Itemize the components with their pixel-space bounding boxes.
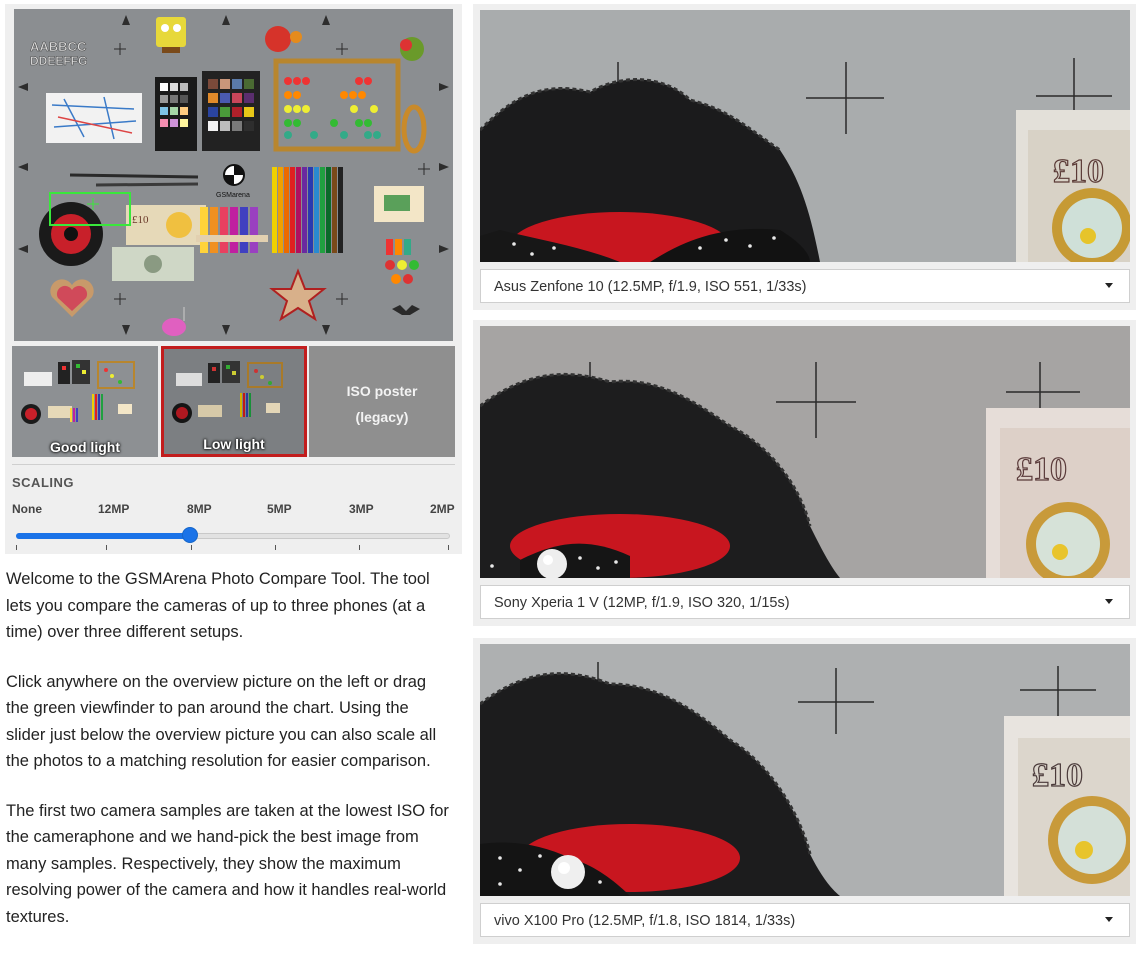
chart-letters-2: DDEEFFG [30,54,87,68]
setup-iso-poster[interactable]: ISO poster (legacy) [309,346,455,457]
description-paragraph: Click anywhere on the overview picture o… [6,672,437,771]
phone-select-1[interactable]: Asus Zenfone 10 (12.5MP, f/1.9, ISO 551,… [480,269,1130,303]
selected-phone: vivo X100 Pro (12.5MP, f/1.8, ISO 1814, … [494,913,796,929]
banknote-symbol: £10 [1053,153,1104,190]
scaling-options: None 12MP 8MP 5MP 3MP 2MP [12,502,457,518]
scale-option-8mp[interactable]: 8MP [187,502,212,516]
crop-image-1: £10 [480,10,1130,262]
slider-fill [16,533,190,539]
scaling-slider[interactable] [16,526,450,550]
description-paragraph: Welcome to the GSMArena Photo Compare To… [6,570,430,641]
chart-brand: GSMarena [216,192,250,199]
setup-good-light[interactable]: Good light [12,346,158,457]
overview-panel: AABBCC DDEEFFG GSMarena £10 Good light L… [5,4,462,554]
camera-crop-2[interactable]: £10 [480,326,1130,578]
camera-crop-3[interactable]: £10 [480,644,1130,896]
tool-description: Welcome to the GSMArena Photo Compare To… [6,566,451,953]
slider-tick [106,545,107,550]
chart-letters-1: AABBCC [30,39,87,54]
scale-option-5mp[interactable]: 5MP [267,502,292,516]
scaling-title: SCALING [12,475,74,490]
slider-tick [448,545,449,550]
crop-image-3: £10 [480,644,1130,896]
setup-label: Good light [50,439,120,455]
slider-tick [191,545,192,550]
chevron-down-icon [1105,599,1113,604]
banknote-symbol: £10 [1032,757,1083,794]
phone-select-2[interactable]: Sony Xperia 1 V (12MP, f/1.9, ISO 320, 1… [480,585,1130,619]
setup-label: Low light [203,436,265,452]
scale-option-none[interactable]: None [12,502,42,516]
green-viewfinder[interactable] [49,192,131,226]
slider-tick [16,545,17,550]
crosshair-icon [87,198,99,210]
phone-select-3[interactable]: vivo X100 Pro (12.5MP, f/1.8, ISO 1814, … [480,903,1130,937]
overview-note-symbol: £10 [132,214,149,226]
setup-label-line1: ISO poster [346,383,418,399]
setup-label-line2: (legacy) [355,409,409,425]
compare-panel-3: £10 vivo X100 Pro (12.5MP, f/1.8, ISO 18… [473,638,1136,944]
slider-handle[interactable] [182,527,198,543]
scale-option-2mp[interactable]: 2MP [430,502,455,516]
slider-tick [275,545,276,550]
banknote-symbol: £10 [1016,451,1067,488]
crop-image-2: £10 [480,326,1130,578]
overview-picture[interactable]: AABBCC DDEEFFG GSMarena £10 [14,9,453,341]
divider [12,464,455,465]
scale-option-3mp[interactable]: 3MP [349,502,374,516]
chevron-down-icon [1105,917,1113,922]
setup-low-light[interactable]: Low light [161,346,307,457]
setup-selector: Good light Low light ISO poster (legacy) [12,346,455,458]
selected-phone: Sony Xperia 1 V (12MP, f/1.9, ISO 320, 1… [494,595,790,611]
setup-label: ISO poster (legacy) [309,378,455,430]
camera-crop-1[interactable]: £10 [480,10,1130,262]
chevron-down-icon [1105,283,1113,288]
compare-panel-2: £10 Sony Xperia 1 V (12MP, f/1.9, ISO 32… [473,320,1136,626]
compare-panel-1: £10 Asus Zenfone 10 (12.5MP, f/1.9, ISO … [473,4,1136,310]
slider-tick [359,545,360,550]
scale-option-12mp[interactable]: 12MP [98,502,129,516]
description-paragraph: The first two camera samples are taken a… [6,801,449,926]
test-chart-image: AABBCC DDEEFFG GSMarena £10 [14,9,453,341]
selected-phone: Asus Zenfone 10 (12.5MP, f/1.9, ISO 551,… [494,279,807,295]
